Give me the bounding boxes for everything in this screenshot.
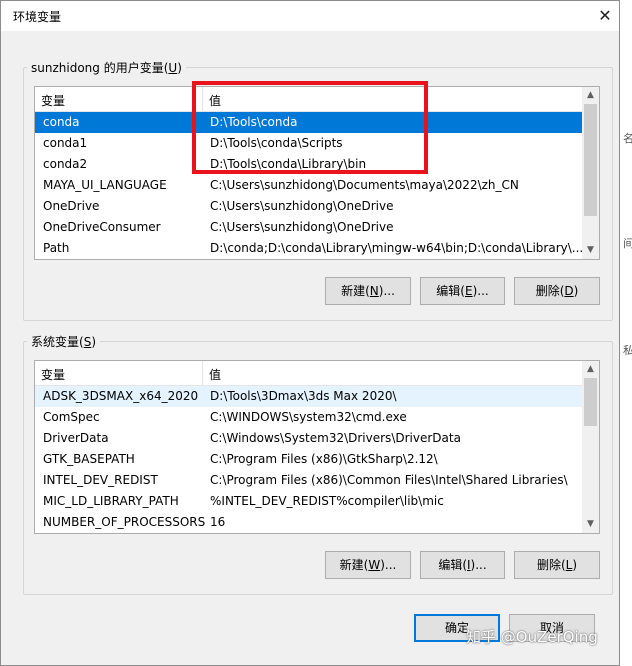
environment-variables-dialog: 环境变量 ✕ sunzhidong 的用户变量(U) 变量 值 conda D:…: [0, 0, 620, 666]
column-header-variable[interactable]: 变量: [41, 366, 65, 383]
window-title: 环境变量: [13, 10, 62, 24]
table-row[interactable]: OneDriveConsumer C:\Users\sunzhidong\One…: [35, 217, 582, 238]
table-row[interactable]: OneDrive C:\Users\sunzhidong\OneDrive: [35, 196, 582, 217]
vertical-scrollbar[interactable]: ▲ ▼: [582, 87, 599, 259]
user-delete-button[interactable]: 删除(D): [514, 277, 600, 305]
scroll-up-arrow-icon[interactable]: ▲: [582, 361, 599, 378]
scroll-thumb[interactable]: [584, 104, 597, 216]
column-header-value[interactable]: 值: [209, 92, 221, 109]
background-window-fragment: 私: [623, 344, 632, 357]
table-row[interactable]: MIC_LD_LIBRARY_PATH %INTEL_DEV_REDIST%co…: [35, 491, 582, 512]
table-row[interactable]: Path D:\conda;D:\conda\Library\mingw-w64…: [35, 238, 582, 259]
table-row[interactable]: INTEL_DEV_REDIST C:\Program Files (x86)\…: [35, 470, 582, 491]
user-variables-list[interactable]: 变量 值 conda D:\Tools\conda conda1 D:\Tool…: [34, 86, 600, 260]
table-row[interactable]: ComSpec C:\WINDOWS\system32\cmd.exe: [35, 407, 582, 428]
system-variables-label: 系统变量(S): [27, 333, 101, 350]
scroll-thumb[interactable]: [584, 378, 597, 426]
scroll-up-arrow-icon[interactable]: ▲: [582, 87, 599, 104]
watermark: 知乎 @OuZerQing: [466, 628, 598, 646]
table-row[interactable]: conda2 D:\Tools\conda\Library\bin: [35, 154, 582, 175]
user-edit-button[interactable]: 编辑(E)...: [420, 277, 505, 305]
scroll-down-arrow-icon[interactable]: ▼: [582, 516, 599, 533]
column-header-variable[interactable]: 变量: [41, 92, 65, 109]
vertical-scrollbar[interactable]: ▲ ▼: [582, 361, 599, 533]
system-delete-button[interactable]: 删除(L): [514, 551, 600, 579]
table-row[interactable]: DriverData C:\Windows\System32\Drivers\D…: [35, 428, 582, 449]
system-new-button[interactable]: 新建(W)...: [325, 551, 411, 579]
title-bar: 环境变量 ✕: [1, 1, 619, 31]
system-variables-list[interactable]: 变量 值 ADSK_3DSMAX_x64_2020 D:\Tools\3Dmax…: [34, 360, 600, 534]
user-variables-label: sunzhidong 的用户变量(U): [27, 59, 186, 76]
column-header-value[interactable]: 值: [209, 366, 221, 383]
close-button[interactable]: ✕: [593, 4, 617, 28]
table-row[interactable]: conda D:\Tools\conda: [35, 112, 582, 133]
scroll-down-arrow-icon[interactable]: ▼: [582, 242, 599, 259]
background-window-fragment: 间: [623, 237, 632, 250]
background-window-fragment: 名: [623, 132, 632, 145]
table-row[interactable]: conda1 D:\Tools\conda\Scripts: [35, 133, 582, 154]
list-header: 变量 值: [35, 87, 582, 112]
list-header: 变量 值: [35, 361, 582, 386]
table-row[interactable]: GTK_BASEPATH C:\Program Files (x86)\GtkS…: [35, 449, 582, 470]
table-row[interactable]: ADSK_3DSMAX_x64_2020 D:\Tools\3Dmax\3ds …: [35, 386, 582, 407]
user-new-button[interactable]: 新建(N)...: [325, 277, 411, 305]
table-row[interactable]: NUMBER_OF_PROCESSORS 16: [35, 512, 582, 533]
table-row[interactable]: MAYA_UI_LANGUAGE C:\Users\sunzhidong\Doc…: [35, 175, 582, 196]
system-edit-button[interactable]: 编辑(I)...: [420, 551, 505, 579]
